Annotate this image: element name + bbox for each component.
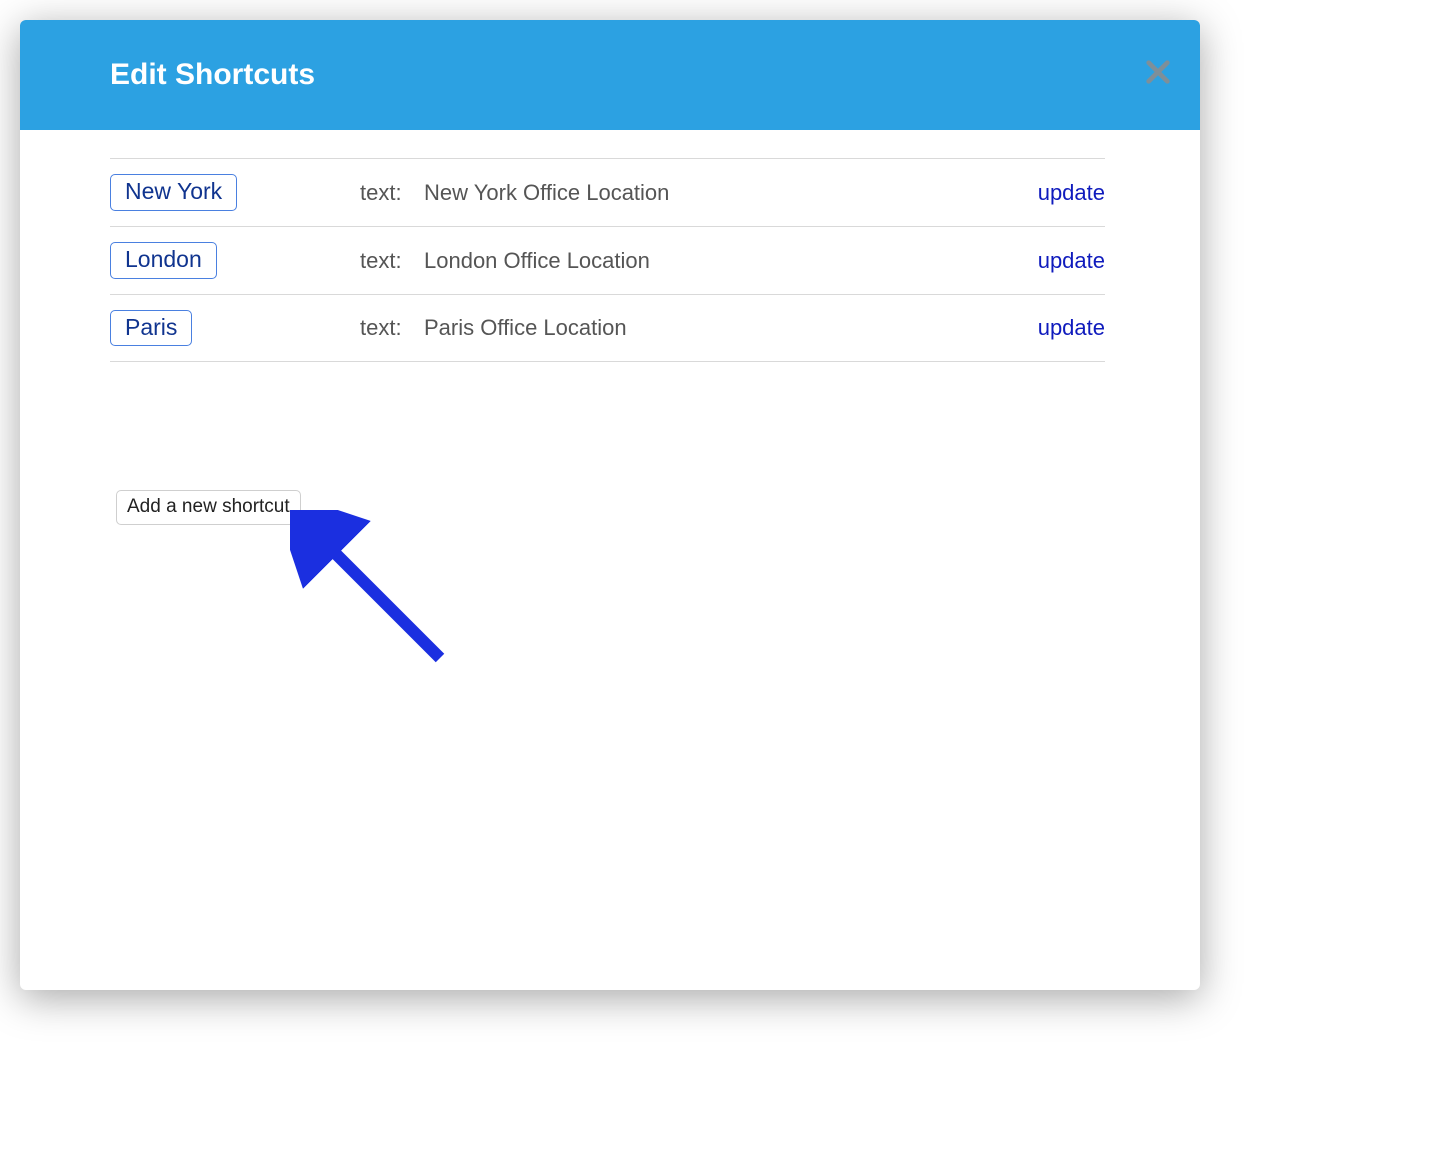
close-icon [1144,58,1172,86]
arrow-annotation-icon [290,510,470,680]
modal-title: Edit Shortcuts [110,58,315,92]
update-cell: update [1015,315,1105,341]
add-shortcut-button[interactable]: Add a new shortcut [116,490,301,525]
text-value: New York Office Location [418,180,1015,206]
table-row: New York text: New York Office Location … [110,158,1105,226]
shortcut-tag-cell: New York [110,174,360,210]
update-link[interactable]: update [1038,315,1105,340]
close-button[interactable] [1144,58,1172,86]
shortcut-tag[interactable]: New York [110,174,237,210]
modal-header: Edit Shortcuts [20,20,1200,130]
edit-shortcuts-modal: Edit Shortcuts New York text: New York O… [20,20,1200,990]
table-row: London text: London Office Location upda… [110,226,1105,294]
text-label: text: [360,180,418,206]
modal-body: New York text: New York Office Location … [20,158,1200,525]
text-label: text: [360,248,418,274]
update-link[interactable]: update [1038,248,1105,273]
table-row: Paris text: Paris Office Location update [110,294,1105,362]
shortcut-tag[interactable]: Paris [110,310,192,346]
update-cell: update [1015,248,1105,274]
text-label: text: [360,315,418,341]
shortcut-tag-cell: London [110,242,360,278]
update-cell: update [1015,180,1105,206]
update-link[interactable]: update [1038,180,1105,205]
shortcut-tag[interactable]: London [110,242,217,278]
text-value: Paris Office Location [418,315,1015,341]
shortcut-table: New York text: New York Office Location … [110,158,1105,362]
text-value: London Office Location [418,248,1015,274]
shortcut-tag-cell: Paris [110,310,360,346]
